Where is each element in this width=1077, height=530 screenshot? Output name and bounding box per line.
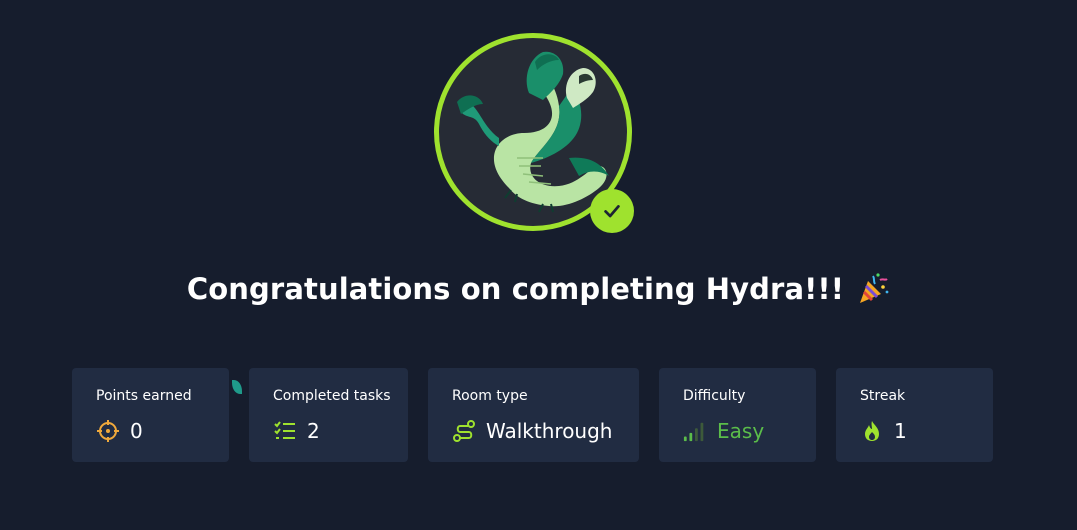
room-type-label: Room type (452, 388, 528, 404)
room-type-value: Walkthrough (486, 419, 613, 443)
streak-label: Streak (860, 388, 906, 404)
completed-tasks-label: Completed tasks (273, 388, 391, 404)
completed-tasks-value: 2 (307, 419, 320, 443)
completed-check-badge (590, 189, 634, 233)
route-icon (452, 419, 476, 443)
streak-card: Streak 1 (836, 368, 993, 462)
room-completion-page: Congratulations on completing Hydra!!! P… (0, 0, 1077, 530)
leaf-decoration (232, 380, 242, 394)
difficulty-card: Difficulty Easy (659, 368, 816, 462)
flame-icon (860, 419, 884, 443)
points-earned-label: Points earned (96, 388, 192, 404)
difficulty-label: Difficulty (683, 388, 746, 404)
title-row: Congratulations on completing Hydra!!! (0, 272, 1077, 306)
points-earned-card: Points earned 0 (72, 368, 242, 462)
points-earned-value: 0 (130, 419, 143, 443)
room-type-card: Room type Walkthrough (428, 368, 639, 462)
signal-bars-icon (683, 419, 707, 443)
completed-tasks-card: Completed tasks 2 (249, 368, 408, 462)
difficulty-value: Easy (717, 419, 765, 443)
task-list-icon (273, 419, 297, 443)
party-popper-icon (860, 273, 889, 303)
page-title: Congratulations on completing Hydra!!! (186, 272, 845, 306)
streak-value: 1 (894, 419, 907, 443)
checkmark-icon (604, 205, 620, 218)
crosshair-icon (96, 419, 120, 443)
